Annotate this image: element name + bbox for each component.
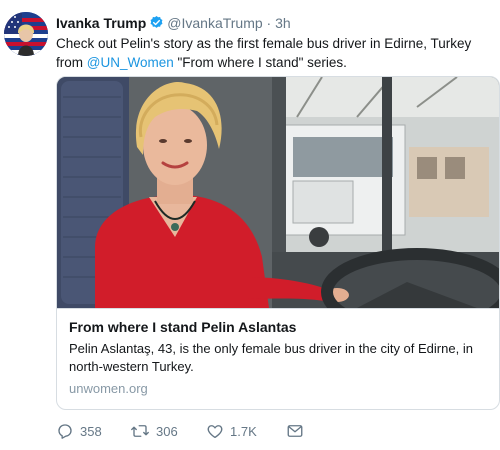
direct-message-button[interactable] <box>286 422 310 440</box>
separator-dot: · <box>266 15 272 31</box>
retweet-icon <box>130 422 156 440</box>
tweet: Ivanka Trump @IvankaTrump · 3h Check out … <box>0 0 500 450</box>
card-body[interactable]: From where I stand Pelin Aslantas Pelin … <box>57 308 499 409</box>
card-title[interactable]: From where I stand Pelin Aslantas <box>69 318 489 336</box>
author-handle[interactable]: @IvankaTrump <box>167 15 262 31</box>
verified-badge-icon <box>149 15 164 34</box>
like-count: 1.7K <box>230 423 257 439</box>
direct-message-icon <box>286 422 310 440</box>
tweet-text: Check out Pelin's story as the first fem… <box>56 34 486 72</box>
author-name[interactable]: Ivanka Trump <box>56 15 146 31</box>
reply-count: 358 <box>80 423 102 439</box>
tweet-header: Ivanka Trump @IvankaTrump · 3h <box>56 14 291 34</box>
retweet-count: 306 <box>156 423 178 439</box>
mention-link[interactable]: @UN_Women <box>87 55 174 70</box>
link-card[interactable]: From where I stand Pelin Aslantas Pelin … <box>56 76 500 410</box>
reply-button[interactable]: 358 <box>56 422 130 440</box>
tweet-text-part: "From where I stand" series. <box>173 55 347 70</box>
like-icon <box>206 422 230 440</box>
card-description: Pelin Aslantaş, 43, is the only female b… <box>69 341 473 374</box>
avatar[interactable] <box>4 12 48 56</box>
tweet-timestamp[interactable]: 3h <box>275 15 291 31</box>
tweet-actions: 358 306 1.7K <box>56 420 310 442</box>
reply-icon <box>56 422 80 440</box>
card-domain: unwomen.org <box>69 381 148 396</box>
like-button[interactable]: 1.7K <box>206 422 286 440</box>
retweet-button[interactable]: 306 <box>130 422 206 440</box>
card-image[interactable] <box>57 77 499 308</box>
